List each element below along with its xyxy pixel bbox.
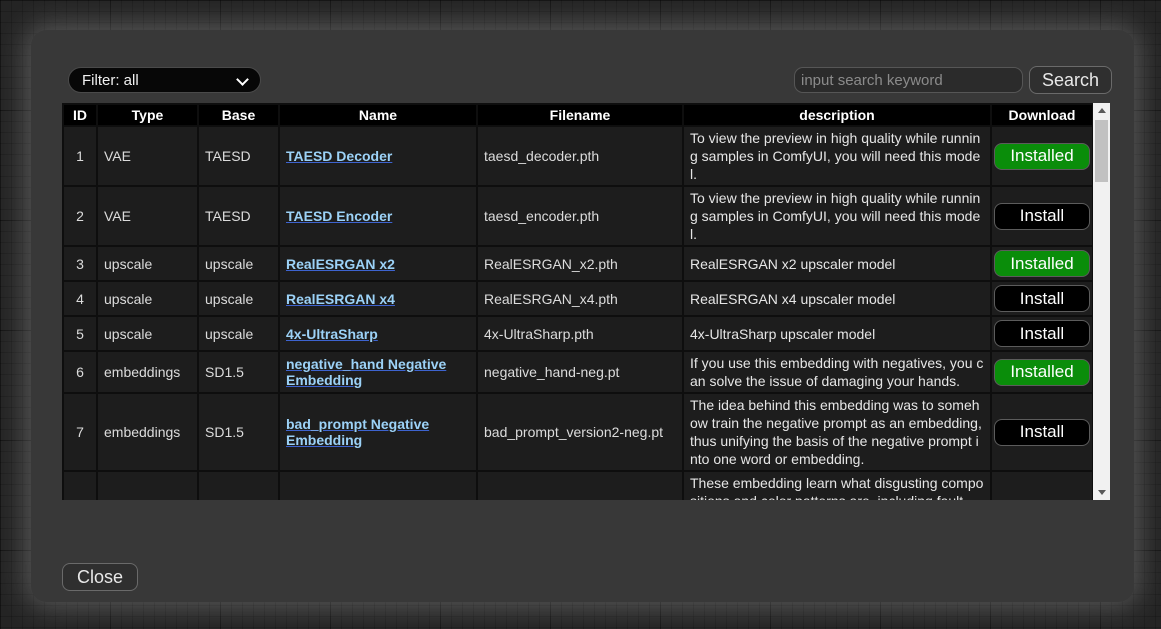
cell-filename: taesd_decoder.pth xyxy=(477,126,683,186)
download-button[interactable]: Install xyxy=(994,419,1090,446)
download-button[interactable]: Install xyxy=(994,320,1090,347)
cell-download xyxy=(991,471,1093,500)
cell-filename xyxy=(477,471,683,500)
cell-id: 1 xyxy=(63,126,97,186)
column-header: Base xyxy=(198,104,279,126)
cell-base: upscale xyxy=(198,281,279,316)
cell-base: TAESD xyxy=(198,126,279,186)
table-row: 2 VAE TAESD TAESD Encoder taesd_encoder.… xyxy=(63,186,1093,246)
close-button[interactable]: Close xyxy=(62,563,138,591)
cell-description: RealESRGAN x2 upscaler model xyxy=(683,246,991,281)
search-button[interactable]: Search xyxy=(1029,66,1112,94)
cell-type: embeddings xyxy=(97,393,198,471)
cell-download: Install xyxy=(991,393,1093,471)
cell-type xyxy=(97,471,198,500)
table-row: 3 upscale upscale RealESRGAN x2 RealESRG… xyxy=(63,246,1093,281)
download-button[interactable]: Install xyxy=(994,285,1090,312)
cell-id: 3 xyxy=(63,246,97,281)
filter-select[interactable]: Filter: all xyxy=(68,67,261,93)
cell-filename: RealESRGAN_x4.pth xyxy=(477,281,683,316)
models-table: IDTypeBaseNameFilenamedescriptionDownloa… xyxy=(62,103,1094,500)
model-name-link[interactable]: RealESRGAN x2 xyxy=(286,256,395,272)
cell-filename: taesd_encoder.pth xyxy=(477,186,683,246)
download-button[interactable]: Installed xyxy=(994,143,1090,170)
column-header: Type xyxy=(97,104,198,126)
cell-filename: 4x-UltraSharp.pth xyxy=(477,316,683,351)
cell-name: TAESD Decoder xyxy=(279,126,477,186)
download-button[interactable]: Install xyxy=(994,203,1090,230)
cell-description: If you use this embedding with negatives… xyxy=(683,351,991,393)
cell-id: 7 xyxy=(63,393,97,471)
cell-type: upscale xyxy=(97,281,198,316)
cell-name: bad_prompt Negative Embedding xyxy=(279,393,477,471)
cell-id: 5 xyxy=(63,316,97,351)
cell-download: Install xyxy=(991,281,1093,316)
cell-filename: RealESRGAN_x2.pth xyxy=(477,246,683,281)
scrollbar-thumb[interactable] xyxy=(1095,120,1108,182)
cell-type: upscale xyxy=(97,316,198,351)
cell-description: 4x-UltraSharp upscaler model xyxy=(683,316,991,351)
cell-filename: negative_hand-neg.pt xyxy=(477,351,683,393)
cell-name: 4x-UltraSharp xyxy=(279,316,477,351)
cell-download: Installed xyxy=(991,246,1093,281)
models-table-container: IDTypeBaseNameFilenamedescriptionDownloa… xyxy=(62,103,1110,500)
cell-download: Install xyxy=(991,316,1093,351)
cell-id: 4 xyxy=(63,281,97,316)
download-button[interactable]: Installed xyxy=(994,250,1090,277)
scrollbar-down-arrow-icon[interactable] xyxy=(1093,485,1110,500)
model-name-link[interactable]: TAESD Decoder xyxy=(286,148,392,164)
column-header: ID xyxy=(63,104,97,126)
cell-type: upscale xyxy=(97,246,198,281)
cell-id xyxy=(63,471,97,500)
cell-description: These embedding learn what disgusting co… xyxy=(683,471,991,500)
cell-description: To view the preview in high quality whil… xyxy=(683,126,991,186)
cell-name: RealESRGAN x4 xyxy=(279,281,477,316)
scrollbar-up-arrow-icon[interactable] xyxy=(1093,103,1110,118)
table-row: 1 VAE TAESD TAESD Decoder taesd_decoder.… xyxy=(63,126,1093,186)
table-row: 6 embeddings SD1.5 negative_hand Negativ… xyxy=(63,351,1093,393)
column-header: Name xyxy=(279,104,477,126)
model-install-dialog: Filter: all Search IDTypeBaseNameFilenam… xyxy=(31,30,1134,602)
cell-base: upscale xyxy=(198,246,279,281)
cell-id: 2 xyxy=(63,186,97,246)
cell-type: VAE xyxy=(97,186,198,246)
column-header: Filename xyxy=(477,104,683,126)
cell-base xyxy=(198,471,279,500)
model-name-link[interactable]: negative_hand Negative Embedding xyxy=(286,356,446,388)
download-button[interactable]: Installed xyxy=(994,359,1090,386)
models-table-body: 1 VAE TAESD TAESD Decoder taesd_decoder.… xyxy=(63,126,1093,500)
cell-id: 6 xyxy=(63,351,97,393)
model-name-link[interactable]: RealESRGAN x4 xyxy=(286,291,395,307)
cell-download: Install xyxy=(991,186,1093,246)
cell-base: TAESD xyxy=(198,186,279,246)
model-name-link[interactable]: 4x-UltraSharp xyxy=(286,326,378,342)
column-header: description xyxy=(683,104,991,126)
cell-name: TAESD Encoder xyxy=(279,186,477,246)
table-row: These embedding learn what disgusting co… xyxy=(63,471,1093,500)
table-header-row: IDTypeBaseNameFilenamedescriptionDownloa… xyxy=(63,104,1093,126)
model-name-link[interactable]: bad_prompt Negative Embedding xyxy=(286,416,429,448)
cell-description: The idea behind this embedding was to so… xyxy=(683,393,991,471)
cell-type: embeddings xyxy=(97,351,198,393)
cell-download: Installed xyxy=(991,351,1093,393)
table-scrollbar[interactable] xyxy=(1093,103,1110,500)
cell-description: RealESRGAN x4 upscaler model xyxy=(683,281,991,316)
cell-name: RealESRGAN x2 xyxy=(279,246,477,281)
cell-filename: bad_prompt_version2-neg.pt xyxy=(477,393,683,471)
cell-base: SD1.5 xyxy=(198,351,279,393)
cell-base: SD1.5 xyxy=(198,393,279,471)
search-input[interactable] xyxy=(794,67,1023,93)
table-row: 5 upscale upscale 4x-UltraSharp 4x-Ultra… xyxy=(63,316,1093,351)
model-name-link[interactable]: TAESD Encoder xyxy=(286,208,392,224)
cell-description: To view the preview in high quality whil… xyxy=(683,186,991,246)
cell-name: negative_hand Negative Embedding xyxy=(279,351,477,393)
cell-name xyxy=(279,471,477,500)
table-row: 4 upscale upscale RealESRGAN x4 RealESRG… xyxy=(63,281,1093,316)
cell-base: upscale xyxy=(198,316,279,351)
filter-select-wrap: Filter: all xyxy=(68,67,261,93)
cell-type: VAE xyxy=(97,126,198,186)
cell-download: Installed xyxy=(991,126,1093,186)
column-header: Download xyxy=(991,104,1093,126)
table-row: 7 embeddings SD1.5 bad_prompt Negative E… xyxy=(63,393,1093,471)
